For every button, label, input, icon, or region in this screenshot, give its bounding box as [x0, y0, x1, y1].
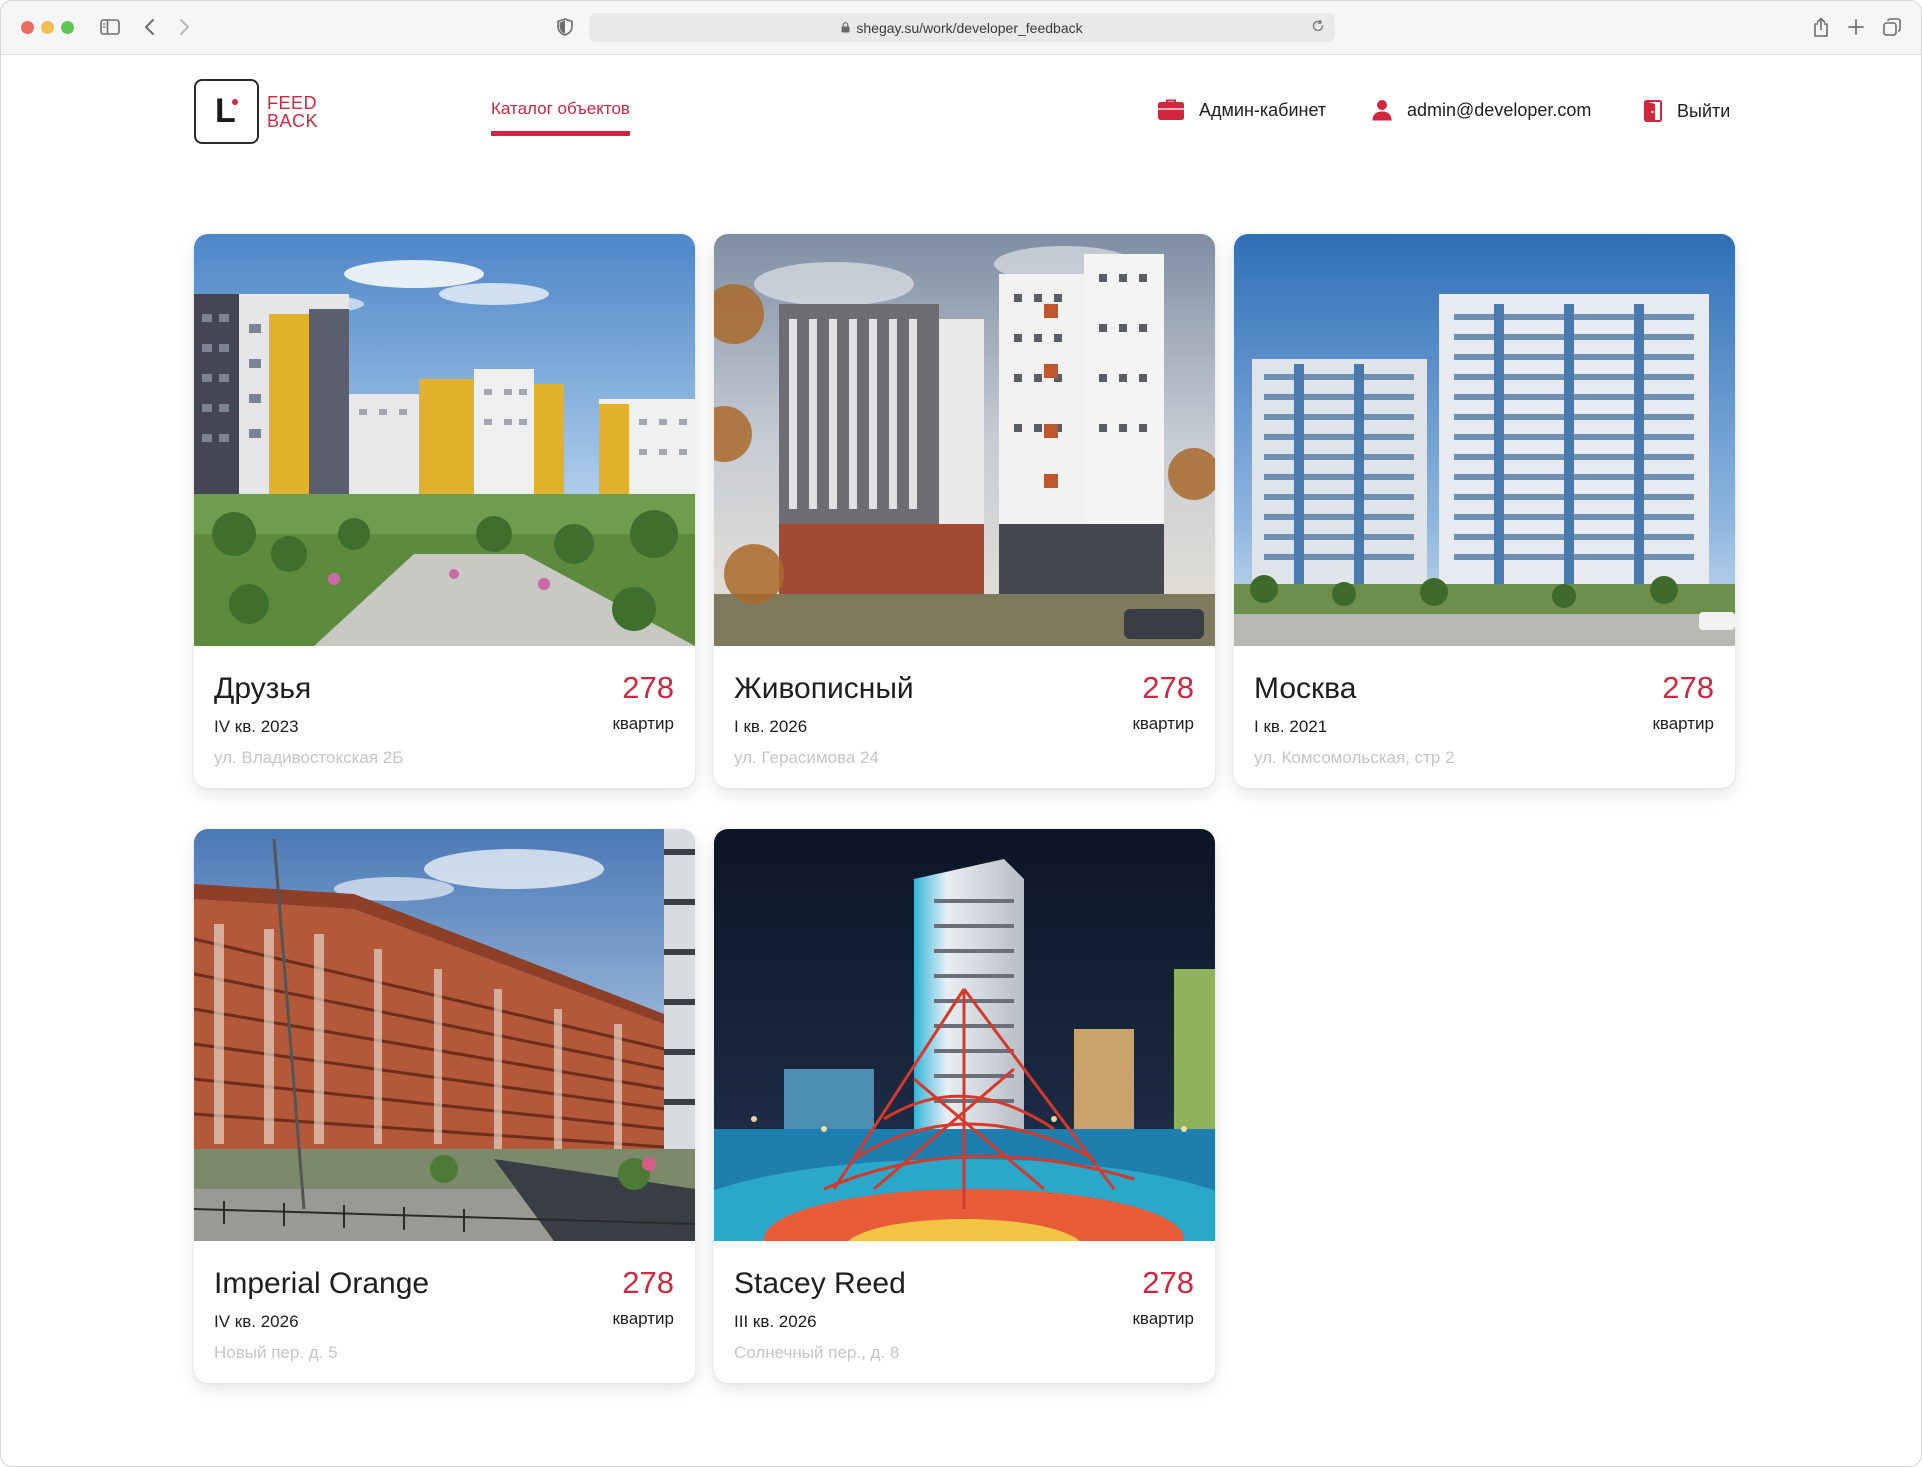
property-name: Москва: [1254, 672, 1357, 705]
property-card[interactable]: Живописный I кв. 2026 ул. Герасимова 24 …: [714, 234, 1215, 788]
user-account[interactable]: admin@developer.com: [1371, 99, 1591, 121]
door-exit-icon: [1643, 99, 1663, 123]
logo-wordmark: FEED BACK: [267, 94, 318, 130]
logo-dot-icon: [232, 99, 238, 105]
apartments-count: 278: [1142, 1265, 1194, 1300]
property-completion-date: III кв. 2026: [734, 1312, 817, 1331]
property-name: Stacey Reed: [734, 1267, 906, 1300]
logo-line-2: BACK: [267, 110, 319, 131]
apartments-unit: квартир: [612, 714, 674, 733]
address-bar[interactable]: shegay.su/work/developer_feedback: [589, 13, 1335, 42]
address-url: shegay.su/work/developer_feedback: [856, 19, 1083, 36]
property-name: Друзья: [214, 672, 312, 705]
close-window-button[interactable]: [21, 21, 34, 34]
admin-cabinet-label: Админ-кабинет: [1199, 99, 1327, 120]
property-photo: [1234, 234, 1735, 646]
property-name: Живописный: [734, 672, 914, 705]
tab-overview-icon[interactable]: [1881, 15, 1903, 39]
apartments-unit: квартир: [1652, 714, 1714, 733]
zoom-window-button[interactable]: [61, 21, 74, 34]
property-completion-date: I кв. 2021: [1254, 717, 1328, 736]
property-card[interactable]: Stacey Reed III кв. 2026 Солнечный пер.,…: [714, 829, 1215, 1383]
property-card[interactable]: Москва I кв. 2021 ул. Комсомольская, стр…: [1234, 234, 1735, 788]
back-arrow-icon[interactable]: [141, 15, 159, 39]
logo-mark: L: [194, 79, 259, 144]
new-tab-icon[interactable]: [1846, 15, 1866, 39]
briefcase-icon: [1157, 99, 1185, 121]
share-icon[interactable]: [1811, 15, 1831, 39]
lock-icon: [841, 22, 850, 33]
property-address: ул. Комсомольская, стр 2: [1254, 748, 1455, 767]
property-address: ул. Герасимова 24: [734, 748, 879, 767]
logo-line-1: FEED: [267, 92, 318, 113]
apartments-unit: квартир: [1132, 714, 1194, 733]
property-photo: [714, 234, 1215, 646]
user-email: admin@developer.com: [1407, 99, 1592, 120]
forward-arrow-icon[interactable]: [175, 15, 193, 39]
reload-icon[interactable]: [1311, 19, 1325, 33]
apartments-count: 278: [1142, 670, 1194, 705]
apartments-count: 278: [1662, 670, 1714, 705]
property-photo: [194, 829, 695, 1241]
minimize-window-button[interactable]: [41, 21, 54, 34]
property-address: Новый пер. д. 5: [214, 1343, 338, 1362]
logout-link[interactable]: Выйти: [1643, 99, 1730, 123]
browser-toolbar: shegay.su/work/developer_feedback: [1, 1, 1921, 55]
privacy-shield-icon[interactable]: [555, 15, 575, 39]
apartments-count: 278: [622, 1265, 674, 1300]
admin-cabinet-link[interactable]: Админ-кабинет: [1157, 99, 1326, 121]
property-completion-date: IV кв. 2026: [214, 1312, 299, 1331]
apartments-unit: квартир: [612, 1309, 674, 1328]
property-name: Imperial Orange: [214, 1267, 430, 1300]
apartments-unit: квартир: [1132, 1309, 1194, 1328]
property-card[interactable]: Друзья IV кв. 2023 ул. Владивостокская 2…: [194, 234, 695, 788]
site-logo[interactable]: L FEED BACK: [194, 79, 318, 144]
property-address: Солнечный пер., д. 8: [734, 1343, 900, 1362]
browser-window: shegay.su/work/developer_feedback L FEED…: [0, 0, 1922, 1467]
user-icon: [1371, 99, 1393, 121]
property-card[interactable]: Imperial Orange IV кв. 2026 Новый пер. д…: [194, 829, 695, 1383]
property-completion-date: I кв. 2026: [734, 717, 808, 736]
property-photo: [194, 234, 695, 646]
property-completion-date: IV кв. 2023: [214, 717, 299, 736]
sidebar-toggle-icon[interactable]: [99, 15, 121, 39]
apartments-count: 278: [622, 670, 674, 705]
property-address: ул. Владивостокская 2Б: [214, 748, 404, 767]
nav-catalog-link[interactable]: Каталог объектов: [491, 99, 630, 136]
logout-label: Выйти: [1677, 100, 1731, 121]
property-photo: [714, 829, 1215, 1241]
